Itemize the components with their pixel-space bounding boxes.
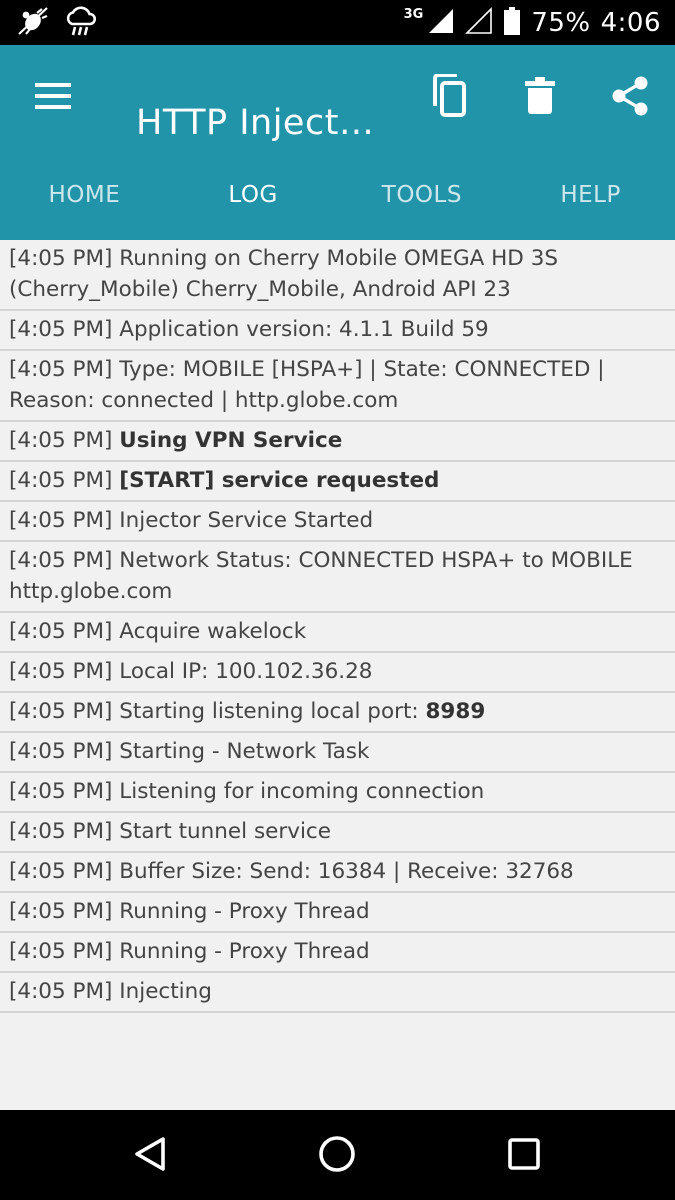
log-timestamp: [4:05 PM] <box>9 317 113 342</box>
menu-button[interactable] <box>25 70 81 126</box>
app-bar: HTTP Inject… HOME LOG TOOLS HELP <box>0 45 675 240</box>
copy-button[interactable] <box>421 70 477 126</box>
log-entry: [4:05 PM] Type: MOBILE [HSPA+] | State: … <box>0 351 675 422</box>
menu-icon <box>35 83 71 113</box>
log-entry: [4:05 PM] Running - Proxy Thread <box>0 933 675 973</box>
log-entry: [4:05 PM] [START] service requested <box>0 462 675 502</box>
tab-label: HOME <box>48 182 121 208</box>
log-timestamp: [4:05 PM] <box>9 246 113 271</box>
log-entry: [4:05 PM] Injector Service Started <box>0 502 675 542</box>
home-icon <box>318 1135 356 1177</box>
signal-icon <box>427 7 455 39</box>
home-button[interactable] <box>313 1132 361 1180</box>
log-entry: [4:05 PM] Buffer Size: Send: 16384 | Rec… <box>0 853 675 893</box>
log-timestamp: [4:05 PM] <box>9 468 113 493</box>
log-text: Application version: 4.1.1 Build 59 <box>119 317 489 342</box>
recents-button[interactable] <box>500 1132 548 1180</box>
log-text: Local IP: 100.102.36.28 <box>119 659 373 684</box>
log-text: Acquire wakelock <box>119 619 307 644</box>
copy-icon <box>430 73 468 122</box>
log-timestamp: [4:05 PM] <box>9 699 113 724</box>
tab-label: HELP <box>560 182 621 208</box>
log-entry: [4:05 PM] Running on Cherry Mobile OMEGA… <box>0 240 675 311</box>
bug-icon <box>16 5 50 41</box>
log-text: Running - Proxy Thread <box>119 899 370 924</box>
delete-icon <box>525 77 555 119</box>
log-text: Starting - Network Task <box>119 739 370 764</box>
recents-icon <box>507 1137 541 1175</box>
log-entry: [4:05 PM] Acquire wakelock <box>0 613 675 653</box>
log-entry: [4:05 PM] Listening for incoming connect… <box>0 773 675 813</box>
log-timestamp: [4:05 PM] <box>9 428 113 453</box>
log-timestamp: [4:05 PM] <box>9 548 113 573</box>
log-text: Injecting <box>119 979 212 1004</box>
log-entry: [4:05 PM] Network Status: CONNECTED HSPA… <box>0 542 675 613</box>
status-bar: 3G 75% 4:06 <box>0 0 675 45</box>
log-timestamp: [4:05 PM] <box>9 859 113 884</box>
log-entry: [4:05 PM] Starting listening local port:… <box>0 693 675 733</box>
tab-help[interactable]: HELP <box>506 165 675 225</box>
log-text-bold: [START] service requested <box>119 468 440 493</box>
log-timestamp: [4:05 PM] <box>9 739 113 764</box>
log-entry: [4:05 PM] Using VPN Service <box>0 422 675 462</box>
log-timestamp: [4:05 PM] <box>9 619 113 644</box>
log-timestamp: [4:05 PM] <box>9 508 113 533</box>
cloud-rain-icon <box>64 5 98 41</box>
network-type-label: 3G <box>403 7 424 22</box>
tab-home[interactable]: HOME <box>0 165 169 225</box>
signal-empty-icon <box>465 6 493 39</box>
log-list[interactable]: [4:05 PM] Running on Cherry Mobile OMEGA… <box>0 240 675 1110</box>
log-text: Injector Service Started <box>119 508 374 533</box>
log-text-bold: 8989 <box>425 699 486 724</box>
log-timestamp: [4:05 PM] <box>9 979 113 1004</box>
log-timestamp: [4:05 PM] <box>9 819 113 844</box>
share-icon <box>611 76 649 120</box>
log-entry: [4:05 PM] Running - Proxy Thread <box>0 893 675 933</box>
log-timestamp: [4:05 PM] <box>9 939 113 964</box>
log-text: Listening for incoming connection <box>119 779 485 804</box>
tab-bar: HOME LOG TOOLS HELP <box>0 165 675 225</box>
log-entry: [4:05 PM] Application version: 4.1.1 Bui… <box>0 311 675 351</box>
log-timestamp: [4:05 PM] <box>9 899 113 924</box>
log-timestamp: [4:05 PM] <box>9 357 113 382</box>
clock: 4:06 <box>600 7 661 38</box>
back-button[interactable] <box>126 1132 174 1180</box>
log-text: Buffer Size: Send: 16384 | Receive: 3276… <box>119 859 574 884</box>
back-icon <box>133 1136 167 1176</box>
log-text: Start tunnel service <box>119 819 331 844</box>
log-text: Running - Proxy Thread <box>119 939 370 964</box>
log-text-bold: Using VPN Service <box>119 428 343 453</box>
tab-label: LOG <box>228 182 278 208</box>
log-timestamp: [4:05 PM] <box>9 779 113 804</box>
battery-percent: 75% <box>531 7 591 38</box>
tab-label: TOOLS <box>381 182 462 208</box>
tab-log[interactable]: LOG <box>169 165 338 225</box>
log-entry: [4:05 PM] Local IP: 100.102.36.28 <box>0 653 675 693</box>
log-entry: [4:05 PM] Starting - Network Task <box>0 733 675 773</box>
delete-button[interactable] <box>512 70 568 126</box>
log-entry: [4:05 PM] Injecting <box>0 973 675 1013</box>
log-timestamp: [4:05 PM] <box>9 659 113 684</box>
log-entry: [4:05 PM] Start tunnel service <box>0 813 675 853</box>
log-text: Starting listening local port: <box>119 699 419 724</box>
battery-icon <box>503 6 521 40</box>
share-button[interactable] <box>602 70 658 126</box>
app-title: HTTP Inject… <box>136 103 375 143</box>
tab-tools[interactable]: TOOLS <box>338 165 507 225</box>
navigation-bar <box>0 1110 675 1200</box>
